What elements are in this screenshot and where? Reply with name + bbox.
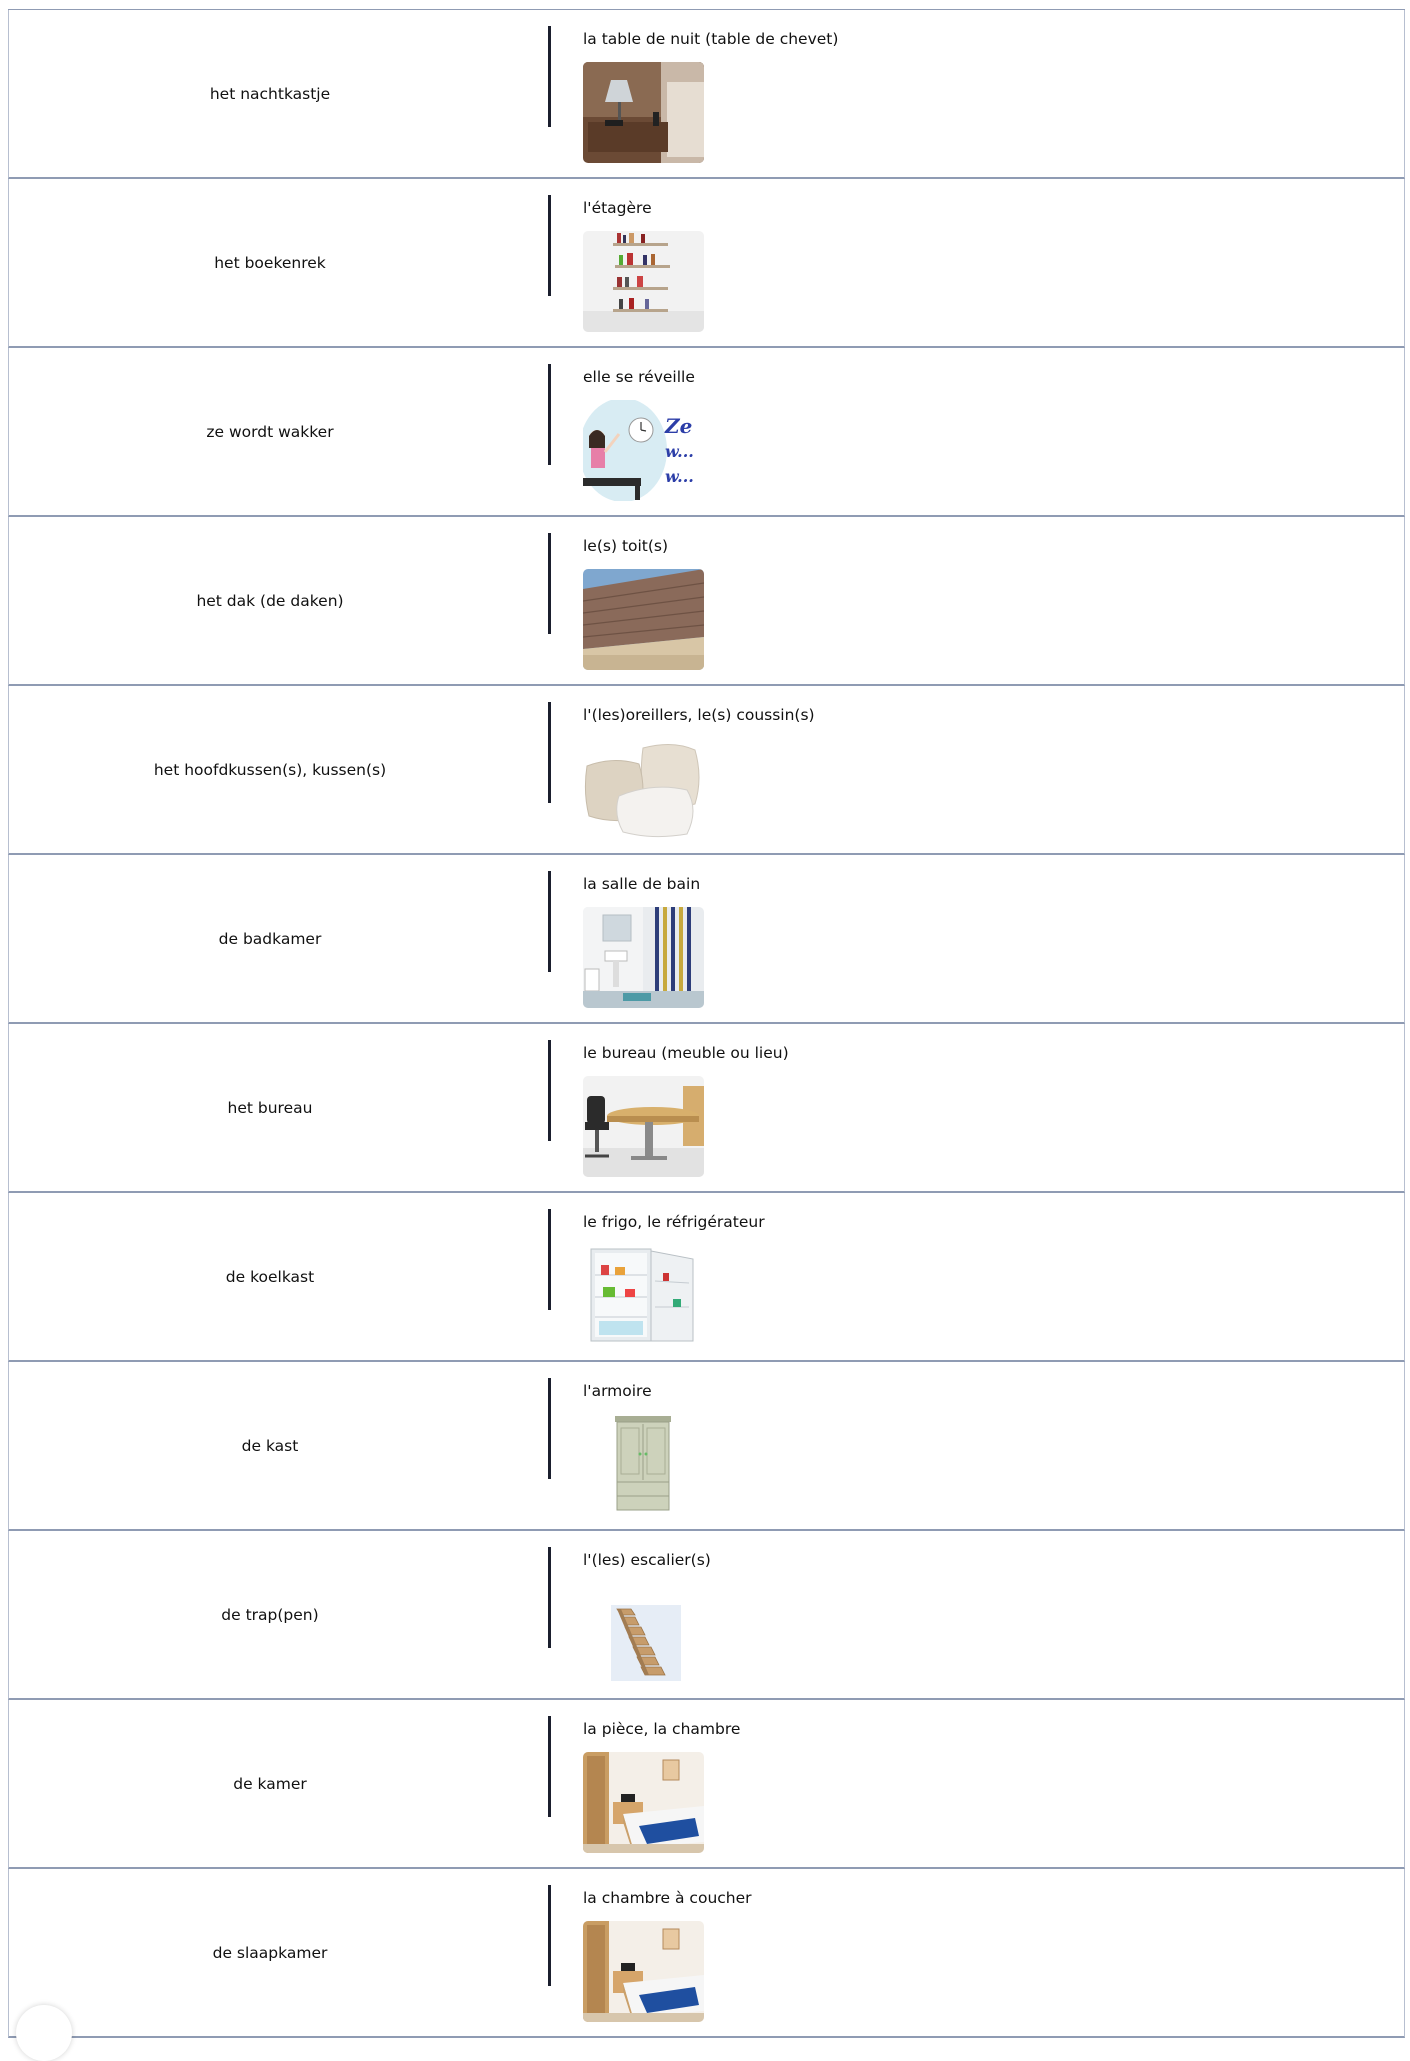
stairs-image[interactable] [583, 1583, 704, 1684]
room-image[interactable] [583, 1752, 704, 1853]
divider [548, 533, 551, 634]
flashcard-row: ze wordt wakker elle se réveille Ze w...… [8, 348, 1405, 517]
definition-text: le bureau (meuble ou lieu) [583, 1044, 789, 1062]
term-text: de kast [241, 1436, 299, 1455]
image-caption-line: w... [665, 467, 694, 486]
flashcard-row: de badkamer la salle de bain [8, 855, 1405, 1024]
desk-image[interactable] [583, 1076, 704, 1177]
term-text: ze wordt wakker [206, 422, 334, 441]
divider [548, 871, 551, 972]
divider [548, 364, 551, 465]
divider [548, 195, 551, 296]
term-text: de koelkast [225, 1267, 315, 1286]
definition-text: l'(les) escalier(s) [583, 1551, 711, 1569]
divider [548, 1378, 551, 1479]
bookshelf-image[interactable] [583, 231, 704, 332]
fridge-image[interactable] [583, 1245, 704, 1346]
divider [548, 1547, 551, 1648]
flashcard-row: het nachtkastje la table de nuit (table … [8, 10, 1405, 179]
definition-text: la pièce, la chambre [583, 1720, 741, 1738]
wardrobe-image[interactable] [583, 1414, 704, 1515]
term-text: de kamer [233, 1774, 307, 1793]
flashcard-row: de kast l'armoire [8, 1362, 1405, 1531]
definition-text: la salle de bain [583, 875, 701, 893]
definition-text: le frigo, le réfrigérateur [583, 1213, 765, 1231]
definition-text: l'armoire [583, 1382, 652, 1400]
image-caption-line: Ze [665, 414, 693, 438]
floating-action-button[interactable] [16, 2005, 72, 2061]
pillows-image[interactable] [583, 738, 704, 839]
bedroom-image[interactable] [583, 1921, 704, 2022]
flashcard-row: het hoofdkussen(s), kussen(s) l'(les)ore… [8, 686, 1405, 855]
flashcard-row: de koelkast le frigo, le réfrigérateur [8, 1193, 1405, 1362]
divider [548, 702, 551, 803]
definition-text: la table de nuit (table de chevet) [583, 30, 839, 48]
divider [548, 26, 551, 127]
term-text: het boekenrek [214, 253, 326, 272]
term-text: het nachtkastje [209, 84, 331, 103]
divider [548, 1885, 551, 1986]
term-text: het dak (de daken) [196, 591, 344, 610]
flashcard-row: het bureau le bureau (meuble ou lieu) [8, 1024, 1405, 1193]
flashcard-row: de kamer la pièce, la chambre [8, 1700, 1405, 1869]
definition-text: la chambre à coucher [583, 1889, 752, 1907]
image-caption-line: w... [665, 442, 694, 461]
flashcard-row: de trap(pen) l'(les) escalier(s) [8, 1531, 1405, 1700]
divider [548, 1209, 551, 1310]
divider [548, 1040, 551, 1141]
flashcard-list: het nachtkastje la table de nuit (table … [8, 9, 1405, 2038]
term-text: de slaapkamer [212, 1943, 328, 1962]
term-text: het bureau [227, 1098, 313, 1117]
definition-text: le(s) toit(s) [583, 537, 669, 555]
term-text: de badkamer [218, 929, 322, 948]
roof-image[interactable] [583, 569, 704, 670]
definition-text: l'(les)oreillers, le(s) coussin(s) [583, 706, 815, 724]
flashcard-row: het dak (de daken) le(s) toit(s) [8, 517, 1405, 686]
term-text: de trap(pen) [221, 1605, 319, 1624]
nightstand-image[interactable] [583, 62, 704, 163]
definition-text: l'étagère [583, 199, 652, 217]
flashcard-row: het boekenrek l'étagère [8, 179, 1405, 348]
term-text: het hoofdkussen(s), kussen(s) [153, 760, 387, 779]
wake-up-image[interactable]: Ze w... w... [583, 400, 704, 501]
bathroom-image[interactable] [583, 907, 704, 1008]
definition-text: elle se réveille [583, 368, 695, 386]
flashcard-row: de slaapkamer la chambre à coucher [8, 1869, 1405, 2038]
divider [548, 1716, 551, 1817]
